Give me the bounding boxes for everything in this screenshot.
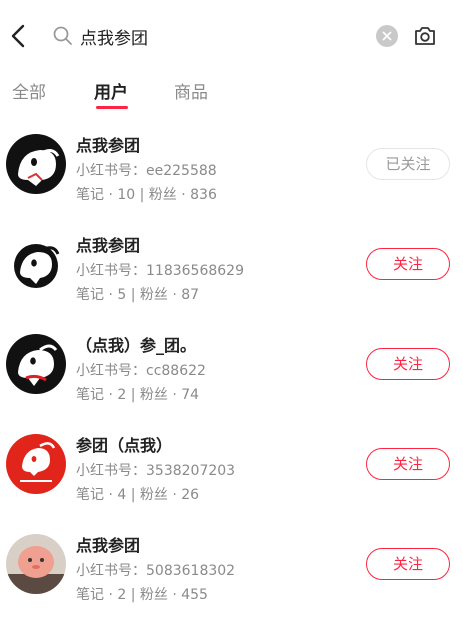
user-stats: 笔记 · 4 | 粉丝 · 26 (76, 487, 200, 503)
user-stats: 笔记 · 10 | 粉丝 · 836 (76, 187, 217, 203)
user-id: 小红书号：3538207203 (76, 463, 236, 479)
active-tab-indicator (96, 106, 128, 109)
result-tabs: 全部 用户 商品 (0, 72, 463, 114)
user-stats: 笔记 · 5 | 粉丝 · 87 (76, 287, 200, 303)
list-item[interactable]: 点我参团 小红书号：5083618302 笔记 · 2 | 粉丝 · 455 关… (0, 518, 463, 618)
avatar[interactable] (6, 134, 66, 194)
top-bar (0, 0, 463, 72)
camera-icon[interactable] (412, 23, 438, 49)
followed-button[interactable]: 已关注 (366, 148, 450, 180)
tab-products[interactable]: 商品 (174, 78, 208, 103)
clear-icon[interactable] (376, 25, 398, 47)
follow-button[interactable]: 关注 (366, 548, 450, 580)
list-item[interactable]: 点我参团 小红书号：ee225588 笔记 · 10 | 粉丝 · 836 已关… (0, 118, 463, 218)
list-item[interactable]: 点我参团 小红书号：11836568629 笔记 · 5 | 粉丝 · 87 关… (0, 218, 463, 318)
user-id: 小红书号：11836568629 (76, 263, 244, 279)
avatar[interactable] (6, 234, 66, 294)
follow-button[interactable]: 关注 (366, 448, 450, 480)
user-name[interactable]: 点我参团 (76, 532, 140, 556)
search-bar[interactable] (50, 18, 410, 54)
list-item[interactable]: 参团（点我） 小红书号：3538207203 笔记 · 4 | 粉丝 · 26 … (0, 418, 463, 518)
user-id: 小红书号：cc88622 (76, 363, 206, 379)
user-list: 点我参团 小红书号：ee225588 笔记 · 10 | 粉丝 · 836 已关… (0, 118, 463, 618)
tab-users[interactable]: 用户 (94, 78, 128, 103)
list-item[interactable]: （点我）参_团。 小红书号：cc88622 笔记 · 2 | 粉丝 · 74 关… (0, 318, 463, 418)
avatar[interactable] (6, 434, 66, 494)
user-id: 小红书号：ee225588 (76, 163, 217, 179)
search-icon (53, 26, 72, 45)
user-stats: 笔记 · 2 | 粉丝 · 455 (76, 587, 208, 603)
user-name[interactable]: 点我参团 (76, 132, 140, 156)
tab-all[interactable]: 全部 (12, 78, 46, 103)
user-id: 小红书号：5083618302 (76, 563, 236, 579)
follow-button[interactable]: 关注 (366, 248, 450, 280)
avatar[interactable] (6, 334, 66, 394)
back-arrow-icon[interactable] (4, 18, 32, 54)
user-name[interactable]: （点我）参_团。 (76, 332, 196, 356)
user-stats: 笔记 · 2 | 粉丝 · 74 (76, 387, 200, 403)
search-input[interactable] (80, 26, 340, 46)
user-name[interactable]: 点我参团 (76, 232, 140, 256)
avatar[interactable] (6, 534, 66, 594)
user-name[interactable]: 参团（点我） (76, 432, 172, 456)
follow-button[interactable]: 关注 (366, 348, 450, 380)
